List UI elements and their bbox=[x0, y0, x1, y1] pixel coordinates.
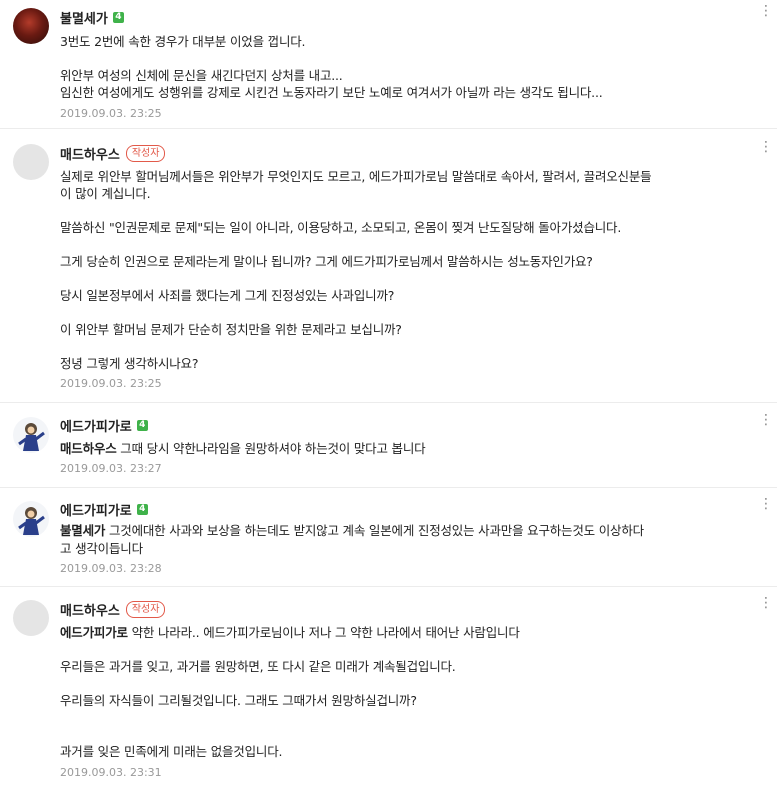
avatar[interactable] bbox=[13, 144, 49, 180]
comment-text-line: 그게 당순히 인권으로 문제라는게 말이나 됩니까? 그게 에드가피가로님께서 … bbox=[60, 254, 593, 269]
comment-text-line: 우리들은 과거를 잊고, 과거를 원망하면, 또 다시 같은 미래가 계속될겁입… bbox=[60, 659, 456, 674]
comment-4: 에드가피가로 4 ⋮ 불멸세가 그것에대한 사과와 보상을 하는데도 받지않고 … bbox=[0, 487, 777, 586]
avatar[interactable] bbox=[13, 501, 49, 537]
author-badge: 작성자 bbox=[125, 145, 166, 162]
comment-text-line: 말씀하신 "인권문제로 문제"되는 일이 아니라, 이용당하고, 소모되고, 온… bbox=[60, 220, 622, 235]
mention-tag[interactable]: 불멸세가 bbox=[60, 523, 105, 538]
author-badge: 작성자 bbox=[125, 601, 166, 618]
comment-text-line: 과거를 잊은 민족에게 미래는 없을것입니다. bbox=[60, 744, 283, 759]
comment-text-line: 매드하우스 그때 당시 약한나라임을 원망하셔야 하는것이 맞다고 봅니다 bbox=[60, 438, 426, 457]
comment-author[interactable]: 매드하우스 작성자 bbox=[60, 600, 166, 619]
comment-text-line: 3번도 2번에 속한 경우가 대부분 이었을 껍니다. bbox=[60, 34, 306, 49]
character-avatar-icon bbox=[18, 423, 45, 451]
avatar[interactable] bbox=[13, 8, 49, 44]
comment-date: 2019.09.03. 23:31 bbox=[60, 766, 162, 779]
comment-text-line: 고 생각이듭니다 bbox=[60, 541, 143, 556]
comment-author[interactable]: 에드가피가로 4 bbox=[60, 416, 148, 435]
comment-text-line: 이 위안부 할머님 문제가 단순히 정치만을 위한 문제라고 보십니까? bbox=[60, 322, 402, 337]
comment-author[interactable]: 불멸세가 4 bbox=[60, 8, 124, 27]
more-options-icon[interactable]: ⋮ bbox=[759, 140, 773, 162]
comment-text-line: 우리들의 자식들이 그리될것입니다. 그래도 그때가서 원망하실겁니까? bbox=[60, 693, 417, 708]
avatar[interactable] bbox=[13, 600, 49, 636]
comment-date: 2019.09.03. 23:27 bbox=[60, 462, 162, 475]
comment-text: 그것에대한 사과와 보상을 하는데도 받지않고 계속 일본에게 진정성있는 사과… bbox=[108, 523, 644, 538]
mention-tag[interactable]: 매드하우스 bbox=[60, 441, 117, 456]
nickname[interactable]: 불멸세가 bbox=[60, 8, 108, 27]
avatar[interactable] bbox=[13, 417, 49, 453]
level-badge: 4 bbox=[136, 504, 148, 515]
comment-author[interactable]: 매드하우스 작성자 bbox=[60, 144, 166, 163]
comment-date: 2019.09.03. 23:25 bbox=[60, 107, 162, 120]
more-options-icon[interactable]: ⋮ bbox=[759, 4, 773, 26]
level-badge: 4 bbox=[112, 12, 124, 23]
nickname[interactable]: 매드하우스 bbox=[60, 144, 120, 163]
comment-date: 2019.09.03. 23:25 bbox=[60, 377, 162, 390]
comment-author[interactable]: 에드가피가로 4 bbox=[60, 500, 148, 519]
mention-tag[interactable]: 에드가피가로 bbox=[60, 625, 128, 640]
comment-date: 2019.09.03. 23:28 bbox=[60, 562, 162, 575]
character-avatar-icon bbox=[18, 507, 45, 535]
comment-text-line: 불멸세가 그것에대한 사과와 보상을 하는데도 받지않고 계속 일본에게 진정성… bbox=[60, 520, 644, 539]
comment-text: 약한 나라라.. 에드가피가로님이나 저나 그 약한 나라에서 태어난 사람입니… bbox=[131, 625, 520, 640]
comment-text-line: 정녕 그렇게 생각하시나요? bbox=[60, 356, 199, 371]
comment-3: 에드가피가로 4 ⋮ 매드하우스 그때 당시 약한나라임을 원망하셔야 하는것이… bbox=[0, 402, 777, 487]
comment-text-line: 에드가피가로 약한 나라라.. 에드가피가로님이나 저나 그 약한 나라에서 태… bbox=[60, 622, 520, 641]
comment-1: 불멸세가 4 ⋮ 3번도 2번에 속한 경우가 대부분 이었을 껍니다. 위안부… bbox=[0, 0, 777, 128]
comment-text-line: 임신한 여성에게도 성행위를 강제로 시킨건 노동자라기 보단 노예로 여겨서가… bbox=[60, 85, 603, 100]
comment-2: 매드하우스 작성자 ⋮ 실제로 위안부 할머님께서들은 위안부가 무엇인지도 모… bbox=[0, 128, 777, 402]
more-options-icon[interactable]: ⋮ bbox=[759, 596, 773, 618]
comment-text-line: 이 많이 계십니다. bbox=[60, 186, 151, 201]
level-badge: 4 bbox=[136, 420, 148, 431]
nickname[interactable]: 에드가피가로 bbox=[60, 416, 132, 435]
nickname[interactable]: 에드가피가로 bbox=[60, 500, 132, 519]
more-options-icon[interactable]: ⋮ bbox=[759, 413, 773, 435]
nickname[interactable]: 매드하우스 bbox=[60, 600, 120, 619]
comment-5: 매드하우스 작성자 ⋮ 에드가피가로 약한 나라라.. 에드가피가로님이나 저나… bbox=[0, 586, 777, 786]
comment-text: 그때 당시 약한나라임을 원망하셔야 하는것이 맞다고 봅니다 bbox=[120, 441, 426, 456]
more-options-icon[interactable]: ⋮ bbox=[759, 497, 773, 519]
comment-text-line: 당시 일본정부에서 사죄를 했다는게 그게 진정성있는 사과입니까? bbox=[60, 288, 395, 303]
